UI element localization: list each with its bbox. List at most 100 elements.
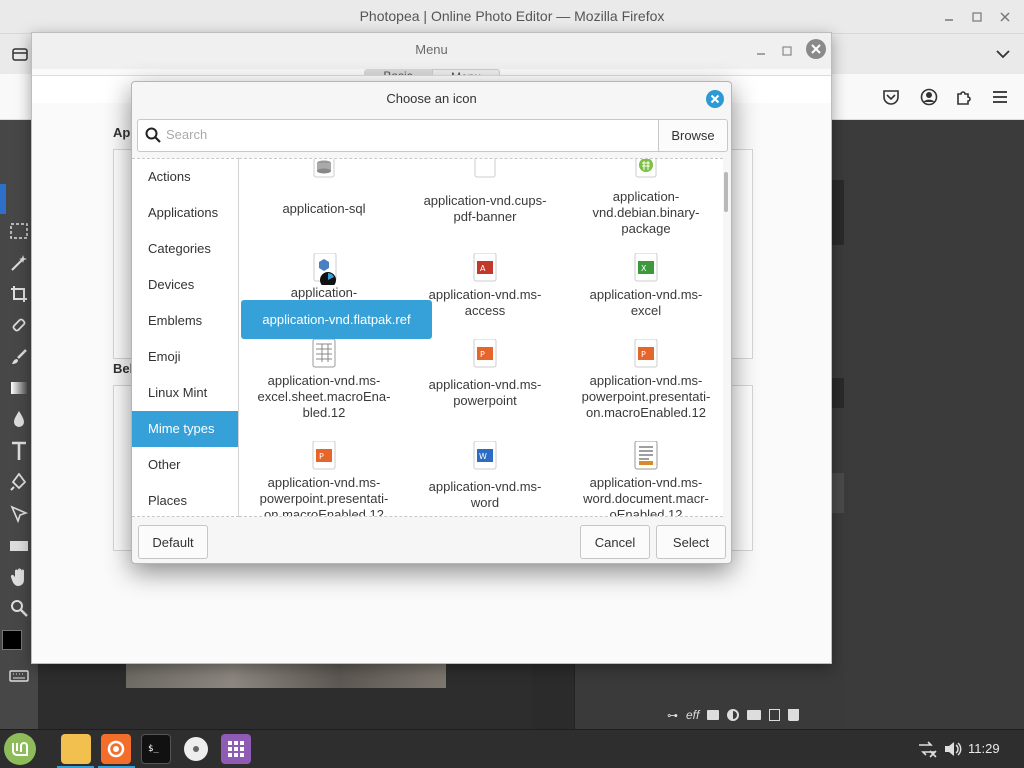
maximize-icon[interactable] (778, 42, 796, 60)
svg-text:W: W (479, 452, 487, 461)
category-emoji[interactable]: Emoji (132, 339, 238, 375)
category-devices[interactable]: Devices (132, 267, 238, 303)
category-linux-mint[interactable]: Linux Mint (132, 375, 238, 411)
new-layer-icon[interactable] (769, 709, 781, 721)
icon-label: application-sql (282, 201, 366, 216)
icon-item[interactable]: application- (243, 253, 405, 301)
default-button[interactable]: Default (138, 525, 208, 559)
icon-item[interactable]: W application-vnd.ms- word (404, 441, 566, 511)
icon-item[interactable]: application-vnd.ms- excel.sheet.macroEna… (243, 339, 405, 421)
icon-label: application-vnd.ms- word (428, 479, 542, 510)
path-select-tool-icon[interactable] (8, 504, 30, 524)
files-icon[interactable] (61, 734, 91, 764)
search-input[interactable] (166, 127, 646, 142)
icon-item[interactable]: P application-vnd.ms- powerpoint.present… (565, 339, 723, 421)
photopea-canvas-image (126, 662, 446, 688)
ms-powerpoint-icon: P (632, 339, 660, 369)
disc-icon[interactable] (181, 734, 211, 764)
account-icon[interactable] (918, 86, 940, 108)
minimize-icon[interactable] (940, 8, 958, 26)
close-icon[interactable] (806, 39, 826, 59)
svg-text:X: X (641, 264, 647, 273)
rectangle-tool-icon[interactable] (8, 536, 30, 556)
select-button[interactable]: Select (656, 525, 726, 559)
mask-icon[interactable] (707, 710, 720, 720)
cancel-button[interactable]: Cancel (580, 525, 650, 559)
icon-label: application-vnd.ms- word.document.macr- … (583, 475, 709, 517)
category-actions[interactable]: Actions (132, 159, 238, 195)
ms-word-icon: W (471, 441, 499, 471)
maximize-icon[interactable] (968, 8, 986, 26)
pocket-icon[interactable] (880, 86, 902, 108)
database-icon (310, 159, 338, 187)
category-emblems[interactable]: Emblems (132, 303, 238, 339)
volume-icon[interactable] (942, 739, 964, 759)
trash-icon[interactable] (788, 709, 800, 721)
network-disconnected-icon[interactable] (916, 739, 938, 759)
foreground-color-swatch[interactable] (2, 630, 22, 650)
photopea-layers-panel: ⊶ eff (574, 660, 844, 730)
icon-item[interactable]: application-sql (243, 159, 405, 217)
icon-grid-scrollbar[interactable] (724, 172, 728, 212)
link-icon[interactable]: ⊶ (667, 709, 678, 722)
icon-label: application- vnd.debian.binary- package (592, 189, 700, 236)
keyboard-icon[interactable] (8, 668, 30, 684)
app-grid-icon[interactable] (221, 734, 251, 764)
text-tool-icon[interactable] (8, 440, 30, 462)
blur-tool-icon[interactable] (8, 409, 30, 429)
close-icon[interactable] (996, 8, 1014, 26)
icon-label: application-vnd.ms- excel.sheet.macroEna… (257, 373, 391, 420)
healing-tool-icon[interactable] (8, 315, 30, 335)
close-icon[interactable] (706, 90, 724, 108)
crop-tool-icon[interactable] (8, 284, 30, 304)
category-places[interactable]: Places (132, 483, 238, 519)
search-box (137, 119, 659, 152)
category-list: Actions Applications Categories Devices … (132, 158, 239, 517)
clock[interactable]: 11:29 (968, 741, 1000, 756)
icon-item[interactable]: application-vnd.cups- pdf-banner (404, 159, 566, 225)
svg-text:$_: $_ (148, 744, 159, 754)
icon-label: application-vnd.ms- powerpoint.presentat… (581, 373, 711, 420)
adjustment-icon[interactable] (727, 709, 740, 721)
icon-item[interactable]: application- vnd.debian.binary- package (565, 159, 723, 237)
document-icon (632, 441, 660, 471)
category-mime-types[interactable]: Mime types (132, 411, 238, 447)
browse-button[interactable]: Browse (658, 119, 728, 152)
choose-icon-dialog: Choose an icon Browse Actions Applicatio… (131, 81, 732, 564)
terminal-icon[interactable]: $_ (141, 734, 171, 764)
firefox-icon[interactable] (101, 734, 131, 764)
effects-icon[interactable]: eff (686, 708, 699, 722)
icon-label: application-vnd.cups- pdf-banner (423, 193, 547, 224)
zoom-tool-icon[interactable] (8, 598, 30, 618)
extensions-icon[interactable] (953, 86, 975, 108)
list-all-tabs-icon[interactable] (992, 44, 1014, 64)
minimize-icon[interactable] (752, 42, 770, 60)
spreadsheet-icon (310, 339, 338, 369)
category-other[interactable]: Other (132, 447, 238, 483)
brush-tool-icon[interactable] (8, 347, 30, 367)
tab-overview-icon[interactable] (10, 44, 30, 64)
icon-label: application- (290, 285, 358, 300)
icon-item[interactable]: P application-vnd.ms- powerpoint.present… (243, 441, 405, 516)
gradient-tool-icon[interactable] (8, 378, 30, 398)
taskbar: $_ 11:29 (0, 729, 1024, 768)
blank-doc-icon (471, 159, 499, 187)
mint-menu-icon[interactable] (4, 733, 36, 765)
folder-icon[interactable] (747, 710, 762, 720)
ms-excel-icon: X (632, 253, 660, 283)
magic-wand-tool-icon[interactable] (8, 253, 30, 273)
icon-item[interactable]: application-vnd.ms- word.document.macr- … (565, 441, 723, 517)
debian-package-icon (632, 159, 660, 187)
firefox-window-title: Photopea | Online Photo Editor — Mozilla… (359, 8, 665, 24)
icon-label: application-vnd.ms- excel (589, 287, 703, 318)
icon-item[interactable]: X application-vnd.ms- excel (565, 253, 723, 319)
category-categories[interactable]: Categories (132, 231, 238, 267)
pen-tool-icon[interactable] (8, 472, 30, 492)
ms-powerpoint-icon: P (310, 441, 338, 471)
category-applications[interactable]: Applications (132, 195, 238, 231)
icon-item[interactable]: P application-vnd.ms- powerpoint (404, 339, 566, 409)
marquee-tool-icon[interactable] (8, 221, 30, 241)
hamburger-menu-icon[interactable] (989, 86, 1011, 108)
hand-tool-icon[interactable] (8, 567, 30, 587)
search-icon (144, 126, 162, 144)
